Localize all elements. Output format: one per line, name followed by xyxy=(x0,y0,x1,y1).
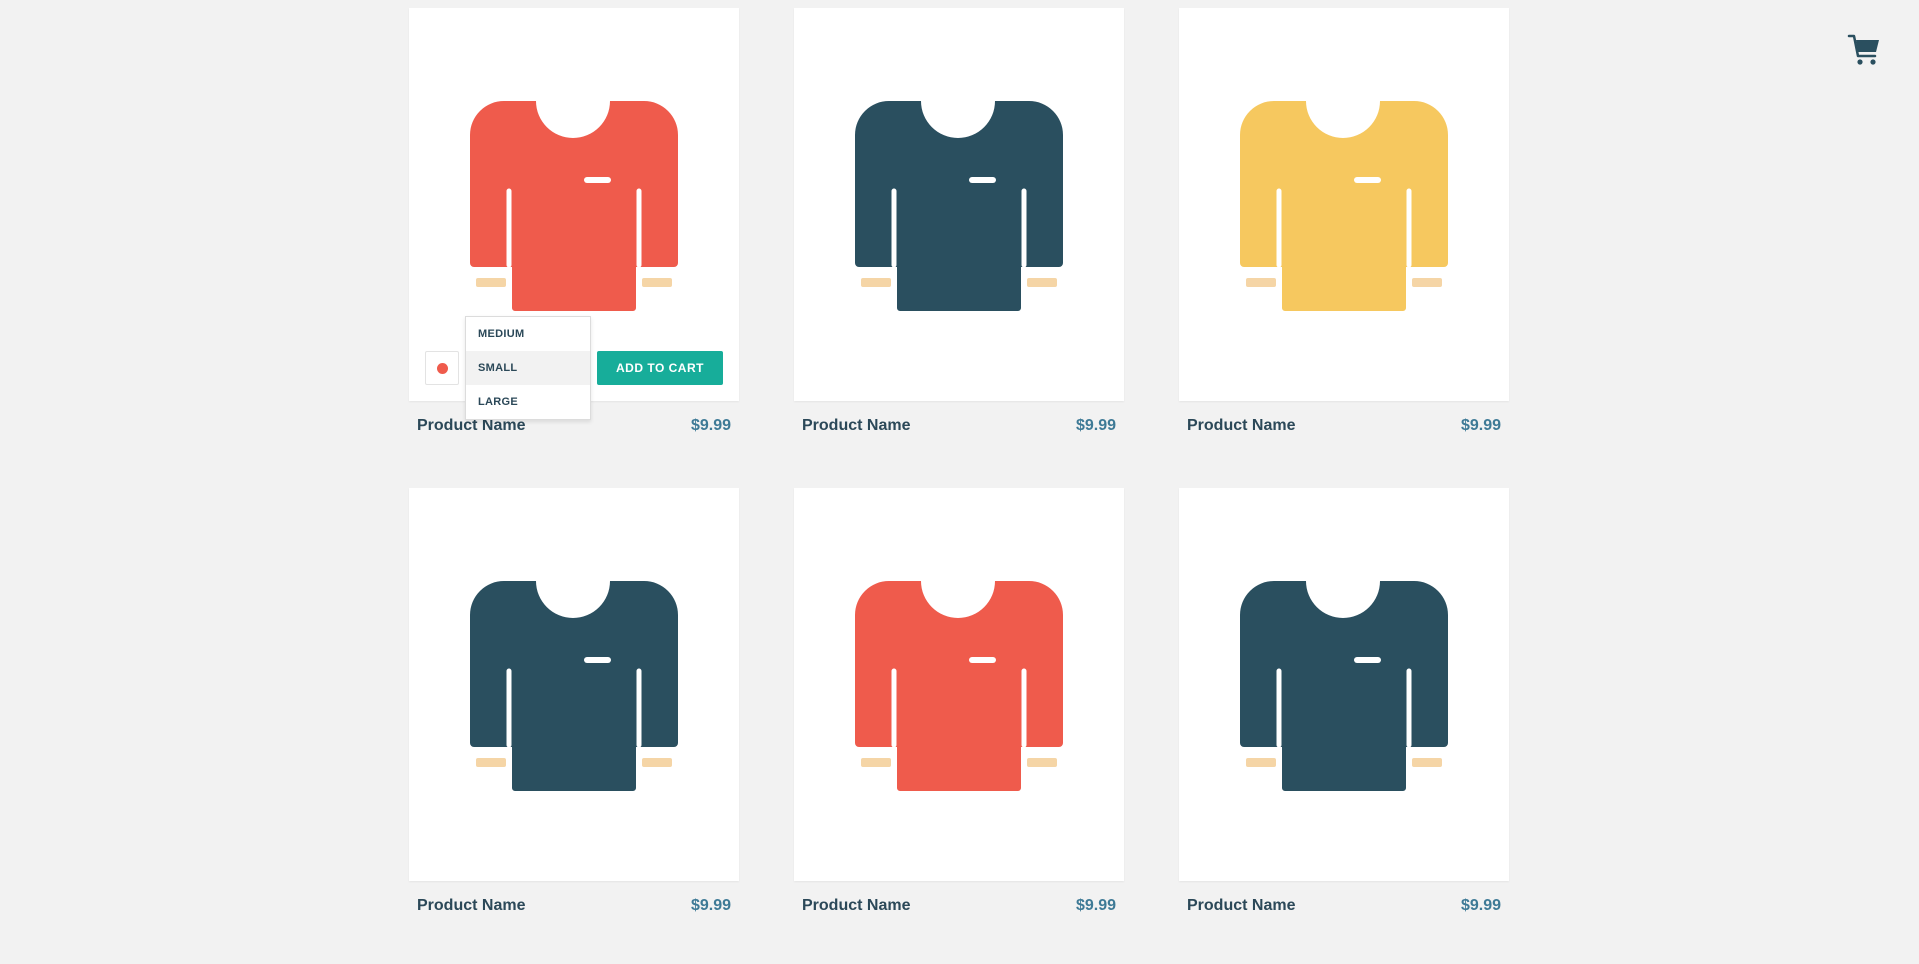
color-selector-button[interactable] xyxy=(425,351,459,385)
product-card[interactable]: MEDIUM SMALL LARGE ADD TO CART Product N… xyxy=(409,8,739,435)
shirt-icon xyxy=(470,101,678,311)
size-option-large[interactable]: LARGE xyxy=(466,385,590,419)
product-card[interactable]: Product Name $9.99 xyxy=(1179,8,1509,435)
product-info: Product Name $9.99 xyxy=(1179,897,1509,915)
product-image-card[interactable] xyxy=(794,8,1124,401)
product-info: Product Name $9.99 xyxy=(1179,417,1509,435)
cart-button[interactable] xyxy=(1847,32,1881,68)
product-image-card[interactable] xyxy=(1179,8,1509,401)
product-name: Product Name xyxy=(1187,417,1296,434)
product-card[interactable]: Product Name $9.99 xyxy=(1179,488,1509,915)
product-price: $9.99 xyxy=(1075,417,1116,434)
product-name: Product Name xyxy=(1187,897,1296,914)
product-card[interactable]: Product Name $9.99 xyxy=(409,488,739,915)
product-info: Product Name $9.99 xyxy=(794,417,1124,435)
product-card[interactable]: Product Name $9.99 xyxy=(794,8,1124,435)
shirt-icon xyxy=(1240,581,1448,791)
product-image-card[interactable] xyxy=(409,488,739,881)
product-name: Product Name xyxy=(802,417,911,434)
size-dropdown-menu: MEDIUM SMALL LARGE xyxy=(465,316,591,420)
cuff-left xyxy=(476,278,506,287)
size-option-medium[interactable]: MEDIUM xyxy=(466,317,590,351)
size-option-small[interactable]: SMALL xyxy=(466,351,590,385)
color-swatch xyxy=(437,363,448,374)
shirt-icon xyxy=(855,581,1063,791)
shirt-icon xyxy=(1240,101,1448,311)
cuff-right xyxy=(642,278,672,287)
shirt-icon xyxy=(470,581,678,791)
product-info: Product Name $9.99 xyxy=(794,897,1124,915)
product-image-card[interactable] xyxy=(794,488,1124,881)
product-image-card[interactable] xyxy=(1179,488,1509,881)
product-card[interactable]: Product Name $9.99 xyxy=(794,488,1124,915)
product-price: $9.99 xyxy=(1075,897,1116,914)
product-price: $9.99 xyxy=(690,897,731,914)
product-info: Product Name $9.99 xyxy=(409,897,739,915)
shirt-icon xyxy=(855,101,1063,311)
cart-icon xyxy=(1847,34,1879,65)
product-image-card[interactable]: MEDIUM SMALL LARGE ADD TO CART xyxy=(409,8,739,420)
product-name: Product Name xyxy=(802,897,911,914)
product-price: $9.99 xyxy=(1460,897,1501,914)
product-price: $9.99 xyxy=(1460,417,1501,434)
add-to-cart-button[interactable]: ADD TO CART xyxy=(597,351,723,385)
product-price: $9.99 xyxy=(690,417,731,434)
product-name: Product Name xyxy=(417,897,526,914)
